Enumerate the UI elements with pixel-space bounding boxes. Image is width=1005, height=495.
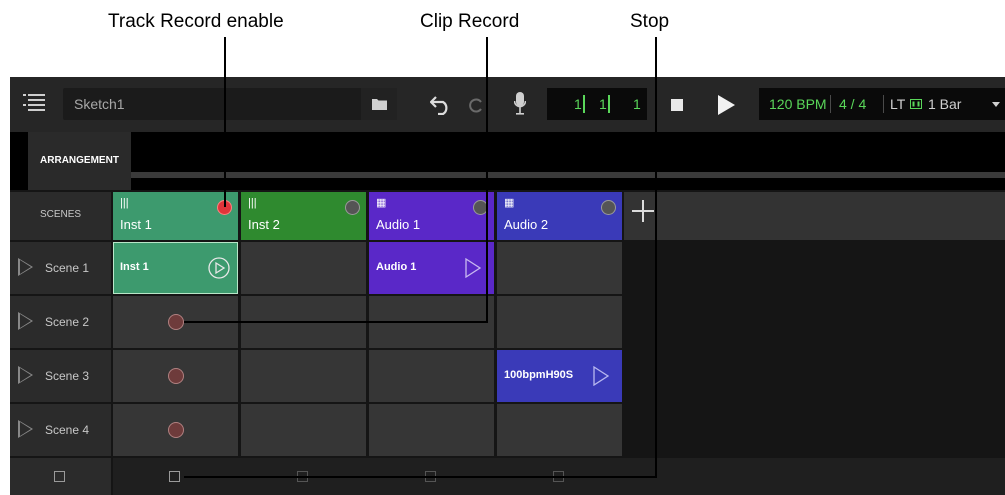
clip-audio-2[interactable]: 100bpmH90S [497,350,622,402]
tempo[interactable]: 120 BPM [769,88,827,120]
lt-label: LT [890,96,906,112]
clip-slot[interactable] [241,242,366,294]
clip-name: Inst 1 [120,261,149,273]
position-display[interactable]: 1 1 1 [547,88,647,120]
clip-record-button[interactable] [168,368,184,384]
metronome-icon [910,99,922,109]
arrangement-row: ARRANGEMENT [10,132,1005,190]
add-track-icon[interactable] [632,200,654,222]
scene-play-icon[interactable] [18,420,33,438]
clip-slot[interactable] [241,404,366,456]
folder-icon [372,99,387,110]
clip-name: Audio 1 [376,261,417,273]
callout-clip-record: Clip Record [420,11,520,32]
clip-slot[interactable] [369,404,494,456]
divider [883,95,884,113]
scene-play-icon[interactable] [18,258,33,276]
arrangement-timeline[interactable] [131,172,1005,178]
track-header-empty [624,192,1005,240]
track-name: Inst 2 [248,217,280,232]
clip-name: 100bpmH90S [504,369,574,381]
track-record-enable-button[interactable] [601,200,616,215]
scene-label: Scene 2 [45,315,90,329]
clip-play-icon[interactable] [465,258,481,278]
position-sixteenths: 1 [633,96,641,112]
project-name: Sketch1 [74,96,125,112]
piano-icon: ||| [248,197,257,209]
list-menu-icon[interactable] [23,93,45,118]
chevron-down-icon[interactable] [992,102,1000,107]
position-bars: 1 [574,96,582,112]
scene-play-icon[interactable] [18,366,33,384]
position-separator [583,95,585,113]
clip-audio-1[interactable]: Audio 1 [369,242,494,294]
scene-label: Scene 1 [45,261,90,275]
divider [830,95,831,113]
undo-icon[interactable] [430,93,454,115]
position-beats: 1 [599,96,607,112]
scene-2[interactable]: Scene 2 [10,296,111,348]
loop-length[interactable]: 1 Bar [928,88,961,120]
clip-play-icon[interactable] [593,366,609,386]
waveform-icon: ▦ [504,197,515,209]
position-separator [608,95,610,113]
clip-record-button[interactable] [168,422,184,438]
leader-line-stop [655,37,657,478]
leader-line-clip-record [184,321,488,323]
leader-line-stop [184,476,657,478]
project-name-field[interactable]: Sketch1 [63,88,397,120]
leader-line-track-record [224,37,226,207]
scenes-header: SCENES [10,192,111,240]
track-name: Audio 2 [504,217,549,232]
track-header-audio-1[interactable]: ▦ Audio 1 [369,192,494,240]
track-record-enable-button[interactable] [345,200,360,215]
tab-arrangement[interactable]: ARRANGEMENT [28,132,131,190]
clip-inst-1[interactable]: Inst 1 [113,242,238,294]
clip-slot[interactable] [241,350,366,402]
track-header-inst-2[interactable]: ||| Inst 2 [241,192,366,240]
time-signature[interactable]: 4 / 4 [839,88,866,120]
clip-slot[interactable] [113,350,238,402]
callout-stop: Stop [630,11,670,32]
clip-play-icon[interactable] [208,257,230,279]
scene-1[interactable]: Scene 1 [10,242,111,294]
leader-line-clip-record [486,37,488,323]
clip-record-button[interactable] [168,314,184,330]
folder-button[interactable] [361,88,397,120]
toolbar: Sketch1 1 1 1 120 BPM 4 / 4 LT 1 Bar [10,77,1005,132]
stop-all-button[interactable] [54,471,65,482]
callout-track-record-enable: Track Record enable [108,11,284,32]
scene-4[interactable]: Scene 4 [10,404,111,456]
scene-play-icon[interactable] [18,312,33,330]
waveform-icon: ▦ [376,197,387,209]
track-name: Audio 1 [376,217,421,232]
piano-icon: ||| [120,197,129,209]
scene-3[interactable]: Scene 3 [10,350,111,402]
app-window: Sketch1 1 1 1 120 BPM 4 / 4 LT 1 Bar ARR… [10,77,1005,495]
scenes-header-label: SCENES [39,209,82,220]
scene-label: Scene 4 [45,423,90,437]
track-name: Inst 1 [120,217,152,232]
stop-icon[interactable] [671,99,683,111]
scene-label: Scene 3 [45,369,90,383]
track-header-inst-1[interactable]: ||| Inst 1 [113,192,238,240]
track-stop-button[interactable] [169,471,180,482]
redo-icon[interactable] [469,94,485,114]
play-icon[interactable] [718,95,735,115]
clip-slot[interactable] [497,296,622,348]
transport-info: 120 BPM 4 / 4 LT 1 Bar [759,88,1005,120]
microphone-icon[interactable] [514,92,526,116]
clip-slot[interactable] [497,242,622,294]
clip-slot[interactable] [369,350,494,402]
clip-slot[interactable] [497,404,622,456]
stop-all-cell [10,458,111,495]
clip-slot[interactable] [113,404,238,456]
track-header-audio-2[interactable]: ▦ Audio 2 [497,192,622,240]
